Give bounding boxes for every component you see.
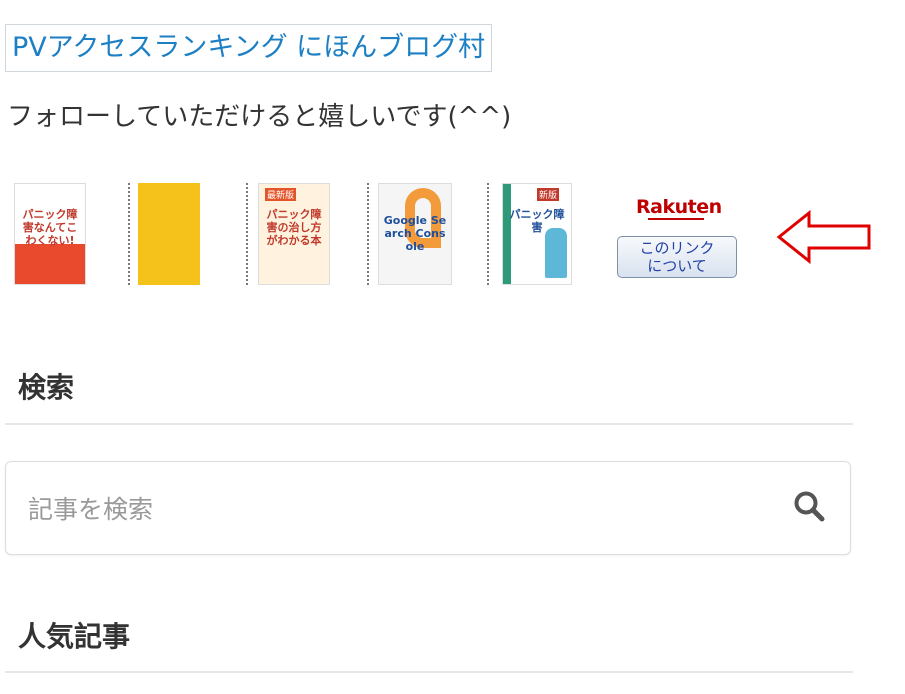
ranking-link[interactable]: PVアクセスランキング にほんブログ村 xyxy=(5,24,493,72)
book-cover-3[interactable]: 最新版 パニック障害の治し方がわかる本 xyxy=(258,183,330,285)
book-graphic xyxy=(545,228,567,278)
popular-section-title: 人気記事 xyxy=(18,620,131,653)
book-badge: 最新版 xyxy=(265,188,297,201)
link-about-button[interactable]: このリンク について xyxy=(617,236,737,278)
book-spine-divider xyxy=(128,183,130,285)
book-title: パニック障害なんてこわくない! xyxy=(22,208,78,247)
book-cover-2[interactable] xyxy=(138,183,200,285)
book-spine-divider xyxy=(487,183,489,285)
rakuten-logo[interactable]: Rakuten xyxy=(636,196,722,220)
search-input[interactable] xyxy=(26,486,730,532)
follow-text: フォローしていただけると嬉しいです(^^) xyxy=(7,102,512,132)
section-divider xyxy=(5,671,853,673)
search-box xyxy=(5,461,851,555)
book-title: パニック障害の治し方がわかる本 xyxy=(266,208,322,247)
book-cover-1[interactable]: パニック障害なんてこわくない! xyxy=(14,183,86,285)
left-arrow-icon xyxy=(776,210,871,264)
book-cover-4[interactable]: Google Search Console xyxy=(378,183,452,285)
book-badge: 新版 xyxy=(537,188,560,201)
search-section-title: 検索 xyxy=(18,371,75,404)
book-cover-5[interactable]: 新版 パニック障害 xyxy=(502,183,572,285)
section-divider xyxy=(5,423,853,425)
book-spine-divider xyxy=(246,183,248,285)
search-icon[interactable] xyxy=(792,489,828,525)
book-title: Google Search Console xyxy=(383,214,447,253)
book-spine-divider xyxy=(367,183,369,285)
